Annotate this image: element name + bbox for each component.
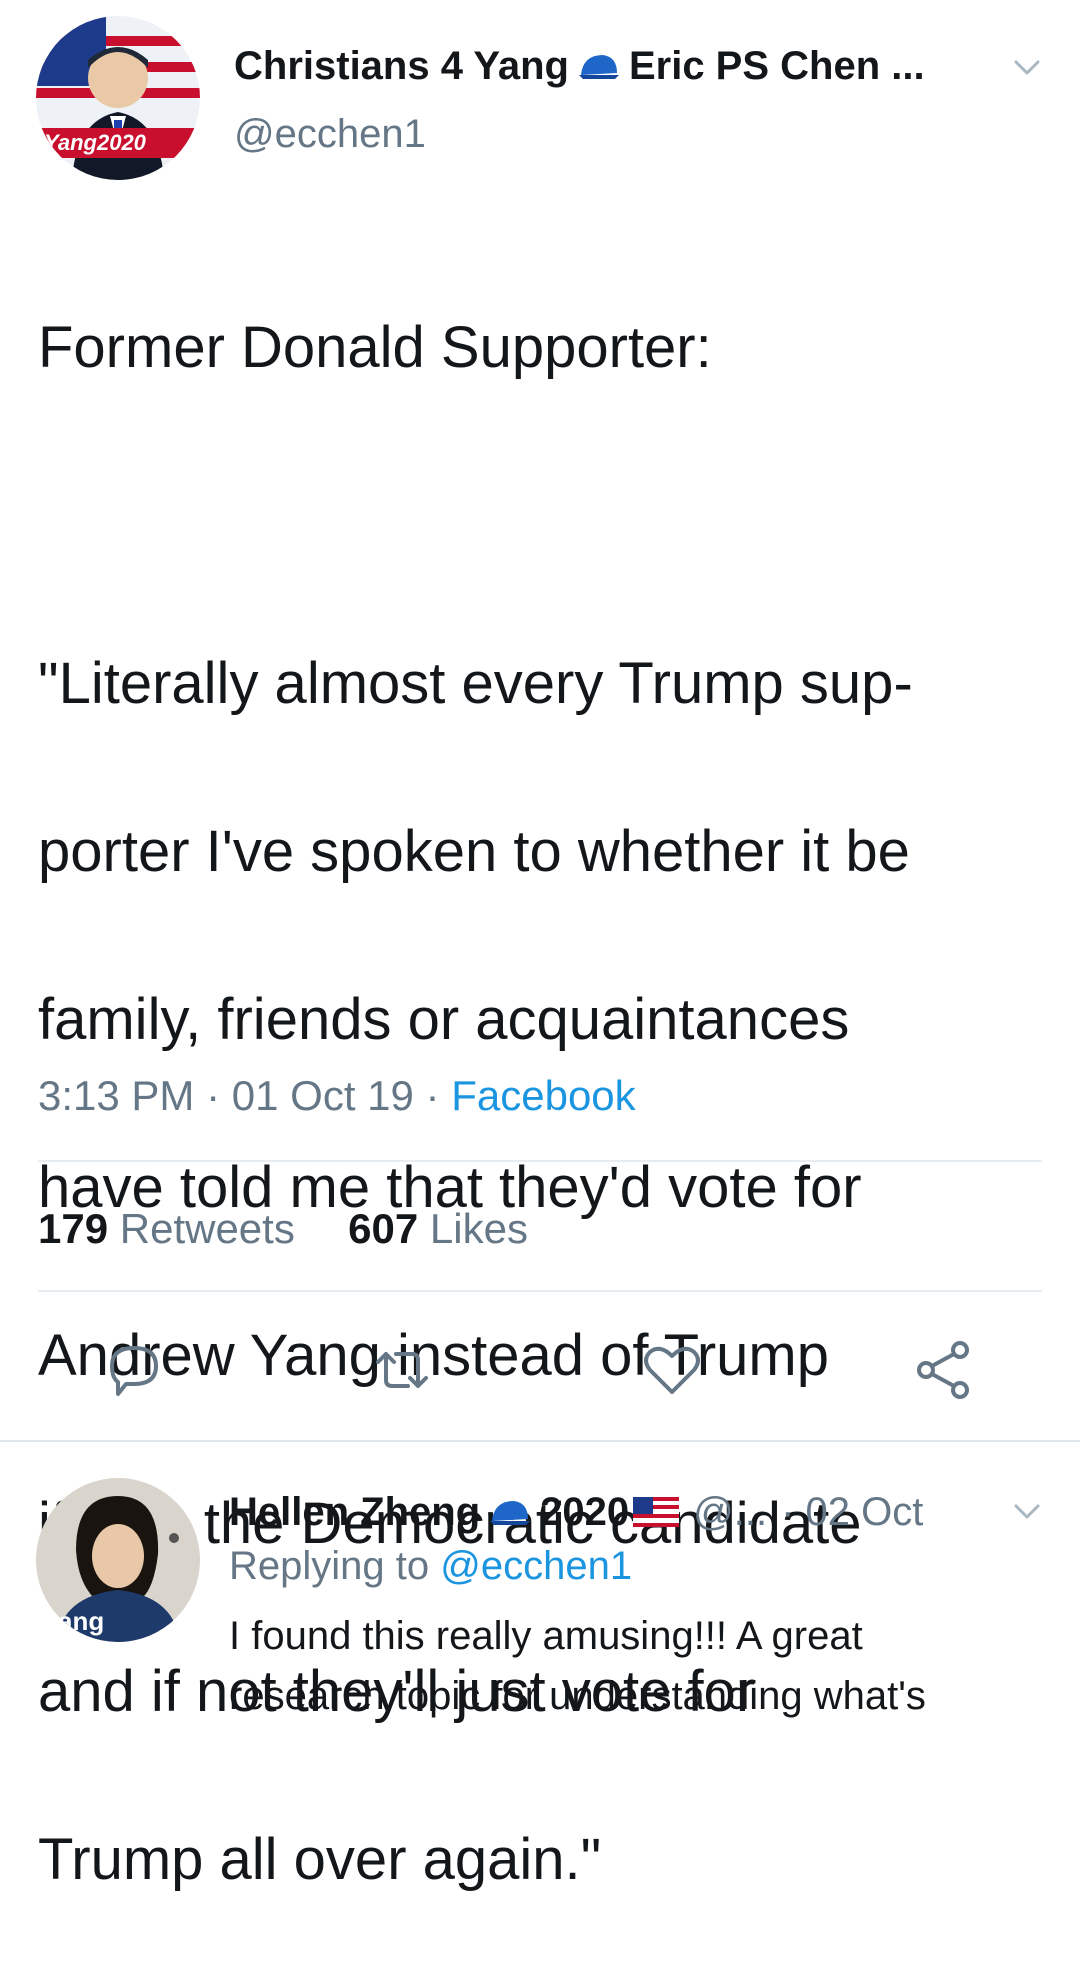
chevron-down-icon[interactable] [1010, 1494, 1044, 1528]
likes-stat[interactable]: 607 Likes [348, 1205, 528, 1252]
tweet-text-line: porter I've spoken to whether it be [38, 819, 910, 884]
tweet-actions [0, 1336, 1080, 1404]
retweet-icon[interactable] [368, 1336, 436, 1404]
likes-label: Likes [429, 1205, 528, 1252]
us-flag-icon [633, 1497, 680, 1527]
tweet-text-line: Former Donald Supporter: [38, 315, 712, 380]
reply-header[interactable]: Hellen Zheng 2020 @... · 02 Oct [229, 1484, 1029, 1540]
divider [38, 1290, 1042, 1292]
likes-count: 607 [348, 1205, 419, 1252]
blue-cap-icon [490, 1501, 531, 1525]
reply-avatar-image: ang [36, 1478, 200, 1642]
reply-text: I found this really amusing!!! A great r… [229, 1606, 1059, 1726]
meta-separator: · [425, 1072, 440, 1119]
author-name-row[interactable]: Christians 4 Yang Eric PS Chen ... [234, 38, 1034, 94]
author-avatar-image: Yang2020 [36, 16, 200, 180]
author-handle[interactable]: @ecchen1 [234, 112, 426, 157]
replying-to-mention[interactable]: @ecchen1 [440, 1544, 632, 1588]
author-name-part1: Christians 4 Yang [234, 43, 569, 88]
reply-icon[interactable] [100, 1336, 168, 1404]
reply-date: · 02 Oct [781, 1489, 924, 1534]
reply-text-line: research topic for understanding what's [229, 1674, 926, 1718]
author-name-part2: Eric PS Chen ... [628, 43, 925, 88]
reply-author-handle: @... [693, 1489, 768, 1534]
tweet-text-line: family, friends or acquaintances [38, 987, 850, 1052]
tweet-source-link[interactable]: Facebook [451, 1072, 635, 1119]
svg-text:Yang2020: Yang2020 [44, 130, 147, 155]
chevron-down-icon[interactable] [1010, 50, 1044, 84]
retweets-count: 179 [38, 1205, 109, 1252]
reply-author-name-suffix: 2020 [540, 1489, 630, 1534]
author-avatar[interactable]: Yang2020 [36, 16, 200, 180]
reply-avatar[interactable]: ang [36, 1478, 200, 1642]
reply-separator [0, 1440, 1080, 1442]
blue-cap-icon [578, 55, 619, 79]
tweet-text-line [38, 474, 1048, 558]
meta-separator: · [206, 1072, 221, 1119]
share-icon[interactable] [910, 1336, 978, 1404]
tweet-time[interactable]: 3:13 PM [38, 1072, 194, 1119]
like-icon[interactable] [638, 1336, 706, 1404]
tweet-meta: 3:13 PM · 01 Oct 19 · Facebook [38, 1072, 636, 1120]
divider [38, 1160, 1042, 1162]
replying-to-label: Replying to [229, 1544, 430, 1588]
reply-author-name: Hellen Zheng [229, 1489, 481, 1534]
retweets-label: Retweets [119, 1205, 295, 1252]
reply-text-line: I found this really amusing!!! A great [229, 1614, 863, 1658]
replying-to: Replying to @ecchen1 [229, 1544, 632, 1589]
engagement-counts: 179 Retweets 607 Likes [38, 1205, 528, 1253]
tweet-text-line: "Literally almost every Trump sup- [38, 651, 913, 716]
retweets-stat[interactable]: 179 Retweets [38, 1205, 295, 1252]
tweet-date[interactable]: 01 Oct 19 [232, 1072, 414, 1119]
tweet-text-line: Trump all over again." [38, 1827, 602, 1892]
